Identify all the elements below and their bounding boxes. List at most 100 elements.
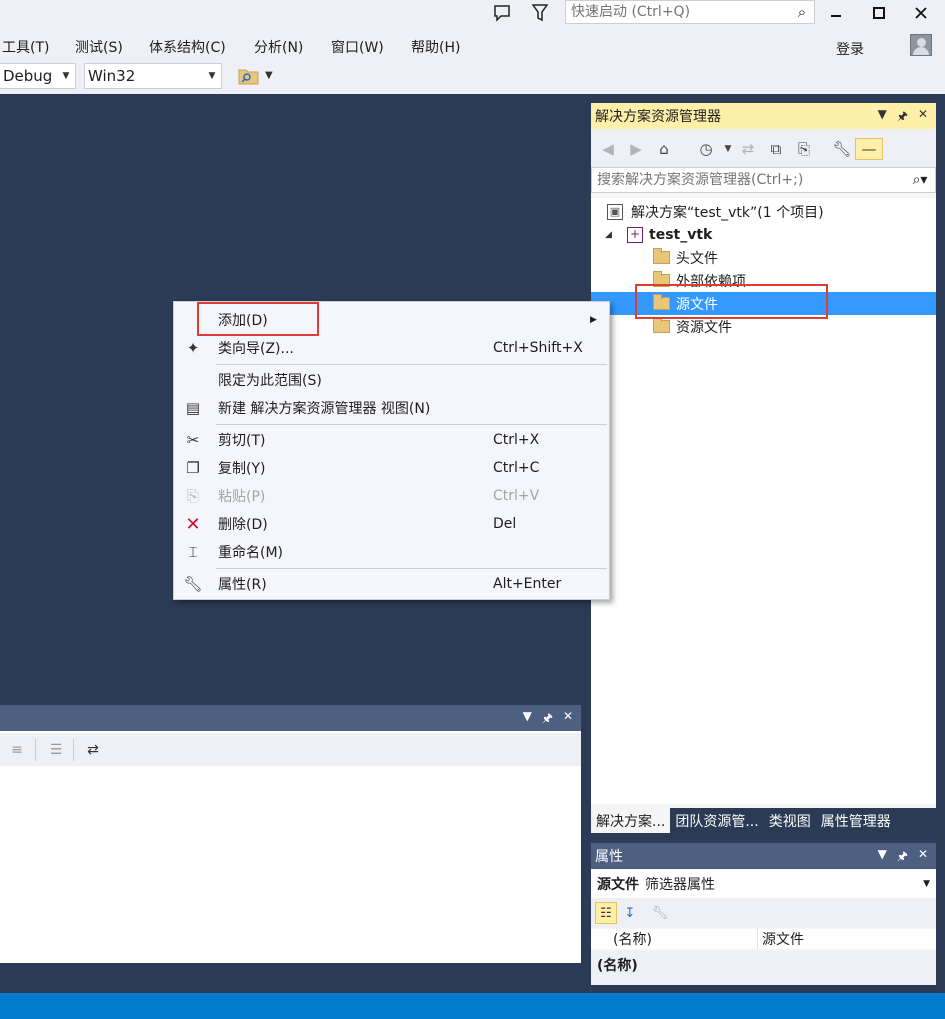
- properties-object-selector[interactable]: 源文件 筛选器属性 ▼: [591, 870, 936, 898]
- menu-item-label: 删除(D): [218, 517, 268, 533]
- quick-launch-box[interactable]: ⌕: [565, 0, 815, 24]
- new-view-icon: ▤: [185, 399, 201, 417]
- properties-panel: 属性 ▼ 🖈︎ ✕ 源文件 筛选器属性 ▼ ☷ ↧ 🔧︎ (名称) 源文件 (名…: [591, 843, 936, 985]
- tab-solution-explorer[interactable]: 解决方案...: [591, 808, 671, 833]
- solution-explorer-title-bar: 解决方案资源管理器 ▼ 🖈︎ ✕: [591, 103, 936, 129]
- collapse-all-icon[interactable]: ⧉: [765, 138, 787, 160]
- toolbar: Debug ▼ Win32 ▼ ▼: [0, 62, 945, 94]
- feedback-icon[interactable]: [487, 0, 517, 26]
- window-position-icon[interactable]: ▼: [878, 847, 887, 868]
- home-icon[interactable]: ⌂: [653, 138, 675, 160]
- avatar-icon[interactable]: [910, 34, 932, 56]
- tree-folder-resource-files[interactable]: 资源文件: [591, 315, 936, 338]
- solution-search-input[interactable]: [592, 172, 905, 188]
- folder-icon: [653, 248, 670, 264]
- menu-item-rename[interactable]: ⌶ 重命名(M): [174, 538, 609, 566]
- submenu-arrow-icon: ▶: [590, 315, 597, 325]
- properties-wrench-icon[interactable]: 🔧︎: [831, 138, 853, 160]
- copy-icon: ❐: [186, 459, 200, 477]
- close-icon[interactable]: ✕: [918, 107, 928, 128]
- clear-list-icon[interactable]: ☰: [45, 739, 67, 761]
- menu-item-label: 类向导(Z)...: [218, 341, 294, 357]
- menu-item-cut[interactable]: ✂ 剪切(T) Ctrl+X: [174, 426, 609, 454]
- solution-search-box[interactable]: ⌕▾: [591, 167, 936, 193]
- menu-analyze[interactable]: 分析(N): [254, 37, 303, 57]
- chevron-down-icon[interactable]: ▼: [717, 138, 739, 160]
- menu-item-label: 添加(D): [218, 313, 268, 329]
- properties-object-type: 筛选器属性: [645, 877, 715, 893]
- close-button[interactable]: [900, 0, 942, 26]
- property-value[interactable]: 源文件: [757, 929, 936, 949]
- pin-icon[interactable]: 🖈︎: [897, 847, 908, 868]
- status-bar: [0, 993, 945, 1019]
- platform-dropdown[interactable]: Win32 ▼: [84, 63, 222, 89]
- categorized-icon[interactable]: ☷: [595, 902, 617, 924]
- menu-item-paste[interactable]: ⎘ 粘贴(P) Ctrl+V: [174, 482, 609, 510]
- properties-grid-row[interactable]: (名称) 源文件: [591, 929, 936, 949]
- filter-icon[interactable]: [525, 0, 555, 26]
- menu-item-new-view[interactable]: ▤ 新建 解决方案资源管理器 视图(N): [174, 394, 609, 422]
- toggle-wrap-icon[interactable]: ⇄: [82, 739, 104, 761]
- menu-separator: [216, 568, 607, 569]
- pending-changes-icon[interactable]: ◷: [695, 138, 717, 160]
- context-menu: 添加(D) ▶ ✦ 类向导(Z)... Ctrl+Shift+X 限定为此范围(…: [173, 301, 610, 600]
- tree-folder-header-files[interactable]: 头文件: [591, 246, 936, 269]
- configuration-dropdown[interactable]: Debug ▼: [0, 63, 76, 89]
- tree-folder-source-files[interactable]: 源文件: [591, 292, 936, 315]
- menu-item-copy[interactable]: ❐ 复制(Y) Ctrl+C: [174, 454, 609, 482]
- close-icon[interactable]: ✕: [918, 847, 928, 868]
- bottom-tool-window: ▼ 🖈︎ ✕ ≡ ☰ ⇄: [0, 705, 581, 963]
- tab-property-manager[interactable]: 属性管理器: [816, 808, 896, 833]
- menu-item-label: 复制(Y): [218, 461, 266, 477]
- properties-title: 属性: [595, 849, 623, 865]
- maximize-button[interactable]: [858, 0, 900, 26]
- pin-icon[interactable]: 🖈︎: [542, 709, 553, 730]
- menu-item-delete[interactable]: ✕ 删除(D) Del: [174, 510, 609, 538]
- back-icon[interactable]: ◀: [597, 138, 619, 160]
- property-pages-wrench-icon[interactable]: 🔧︎: [649, 902, 671, 924]
- menu-tools[interactable]: 工具(T): [2, 37, 49, 57]
- quick-launch-input[interactable]: [566, 1, 790, 23]
- indent-icon[interactable]: ≡: [6, 739, 28, 761]
- menu-item-class-wizard[interactable]: ✦ 类向导(Z)... Ctrl+Shift+X: [174, 334, 609, 362]
- menu-architecture[interactable]: 体系结构(C): [149, 37, 226, 57]
- tree-item-label: 头文件: [676, 250, 718, 267]
- class-wizard-icon: ✦: [186, 339, 200, 357]
- find-in-files-icon[interactable]: [238, 66, 260, 86]
- show-all-files-icon[interactable]: ⎘: [793, 138, 815, 160]
- menu-item-add[interactable]: 添加(D) ▶: [174, 306, 609, 334]
- menu-window[interactable]: 窗口(W): [331, 37, 384, 57]
- cpp-project-icon: +: [627, 226, 643, 243]
- menu-item-scope-to-this[interactable]: 限定为此范围(S): [174, 366, 609, 394]
- sync-icon[interactable]: ⇄: [737, 138, 759, 160]
- toolbar-overflow-icon[interactable]: ▼: [265, 70, 273, 81]
- preview-selected-icon[interactable]: —: [855, 138, 883, 160]
- search-icon[interactable]: ⌕▾: [905, 172, 935, 188]
- window-position-icon[interactable]: ▼: [523, 709, 532, 730]
- tab-team-explorer[interactable]: 团队资源管...: [670, 808, 763, 833]
- tree-folder-external-deps[interactable]: 外部依赖项: [591, 269, 936, 292]
- menu-item-label: 新建 解决方案资源管理器 视图(N): [218, 401, 431, 417]
- menu-separator: [216, 424, 607, 425]
- tree-item-label: test_vtk: [649, 226, 713, 243]
- minimize-button[interactable]: [815, 0, 857, 26]
- menu-help[interactable]: 帮助(H): [411, 37, 460, 57]
- tree-solution-node[interactable]: ▣ 解决方案“test_vtk”(1 个项目): [591, 200, 936, 223]
- menu-test[interactable]: 测试(S): [75, 37, 123, 57]
- pin-icon[interactable]: 🖈︎: [897, 107, 908, 128]
- login-link[interactable]: 登录: [836, 39, 864, 59]
- rename-icon: ⌶: [188, 543, 198, 561]
- expander-triangle-icon[interactable]: ◢: [605, 230, 617, 240]
- menu-item-properties[interactable]: 🔧︎ 属性(R) Alt+Enter: [174, 570, 609, 598]
- solution-explorer-toolbar: ◀ ▶ ⌂ ◷ ▼ ⇄ ⧉ ⎘ 🔧︎ —: [591, 129, 936, 167]
- properties-description: (名称): [591, 951, 936, 985]
- tree-project-node[interactable]: ◢ + test_vtk: [591, 223, 936, 246]
- close-icon[interactable]: ✕: [563, 709, 573, 730]
- forward-icon[interactable]: ▶: [625, 138, 647, 160]
- menu-item-label: 属性(R): [218, 577, 267, 593]
- tab-class-view[interactable]: 类视图: [764, 808, 816, 833]
- property-description-title: (名称): [597, 958, 638, 974]
- window-position-icon[interactable]: ▼: [878, 107, 887, 128]
- search-icon[interactable]: ⌕: [790, 3, 814, 21]
- alphabetical-sort-icon[interactable]: ↧: [619, 902, 641, 924]
